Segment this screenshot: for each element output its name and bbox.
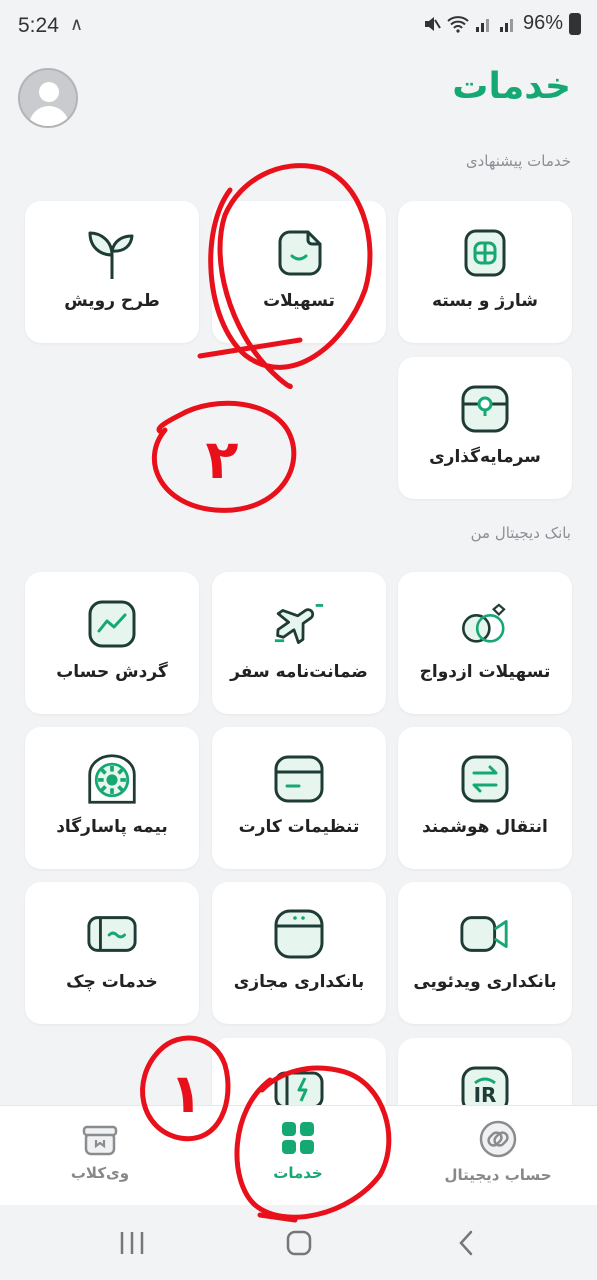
sprout-icon — [86, 227, 138, 279]
home-button[interactable] — [279, 1227, 319, 1259]
notification-up-icon: ∧ — [70, 14, 84, 35]
airplane-icon — [273, 598, 325, 650]
back-icon — [459, 1230, 473, 1256]
video-camera-icon — [459, 908, 511, 960]
avatar[interactable] — [18, 68, 78, 128]
section-title-suggested: خدمات پیشنهادی — [465, 152, 571, 170]
card-statement[interactable]: گردش حساب — [25, 572, 199, 714]
card-charge[interactable]: شارژ و بسته — [398, 201, 572, 343]
nav-label-account: حساب دیجیتال — [444, 1166, 552, 1184]
sim-card-icon — [459, 227, 511, 279]
grid-icon — [282, 1122, 314, 1154]
card-travel[interactable]: ضمانت‌نامه سفر — [212, 572, 386, 714]
status-right: 96% — [423, 12, 581, 35]
card-label: بانکداری مجازی — [233, 972, 365, 992]
card-label: گردش حساب — [56, 662, 168, 682]
card-marriage[interactable]: تسهیلات ازدواج — [398, 572, 572, 714]
rings-icon — [459, 598, 511, 650]
system-nav-bar — [0, 1205, 597, 1280]
wifi-icon — [447, 15, 469, 33]
pasargad-logo-icon — [86, 753, 138, 805]
annotation-two: ۲ — [206, 428, 239, 491]
mute-icon — [424, 16, 441, 31]
svg-text:IR: IR — [474, 1083, 497, 1107]
avatar-body — [29, 106, 69, 126]
card-label: شارژ و بسته — [431, 291, 538, 311]
nav-item-services[interactable]: خدمات — [218, 1120, 378, 1182]
card-virtual-banking[interactable]: بانکداری مجازی — [212, 882, 386, 1024]
card-label: بانکداری ویدئویی — [413, 972, 557, 992]
safe-icon — [459, 383, 511, 435]
signal-icon-2 — [499, 18, 513, 32]
back-button[interactable] — [446, 1227, 486, 1259]
card-label: انتقال هوشمند — [422, 817, 548, 837]
nav-item-club[interactable]: وی‌کلاب — [20, 1120, 180, 1182]
card-cheque[interactable]: خدمات چک — [25, 882, 199, 1024]
card-label: تسهیلات ازدواج — [419, 662, 551, 682]
battery-percent: 96% — [522, 12, 563, 34]
card-facilities[interactable]: تسهیلات — [212, 201, 386, 343]
recent-apps-icon — [120, 1232, 144, 1254]
screen: 5:24 ∧ 96% خدمات خدمات پیشنهادی شارژ و ب… — [0, 0, 597, 1280]
status-time: 5:24 — [18, 14, 59, 37]
battery-icon — [569, 12, 581, 35]
card-label: بیمه پاسارگاد — [56, 817, 168, 837]
card-growth[interactable]: طرح رویش — [25, 201, 199, 343]
card-investment[interactable]: سرمایه‌گذاری — [398, 357, 572, 499]
card-transfer[interactable]: انتقال هوشمند — [398, 727, 572, 869]
gift-icon — [82, 1125, 118, 1156]
card-label: ضمانت‌نامه سفر — [230, 662, 368, 682]
nav-label-services: خدمات — [273, 1164, 323, 1182]
card-card-settings[interactable]: تنظیمات کارت — [212, 727, 386, 869]
card-icon — [273, 753, 325, 805]
arrows-exchange-icon — [459, 753, 511, 805]
nav-label-club: وی‌کلاب — [70, 1164, 130, 1182]
card-label: سرمایه‌گذاری — [429, 447, 541, 467]
page-title: خدمات — [452, 66, 571, 107]
smile-doc-icon — [273, 227, 325, 279]
chart-icon — [86, 598, 138, 650]
avatar-head — [39, 82, 59, 102]
status-bar: 5:24 ∧ 96% — [0, 0, 597, 56]
card-label: طرح رویش — [64, 291, 160, 311]
device-icon — [273, 908, 325, 960]
recent-apps-button[interactable] — [112, 1227, 152, 1259]
link-circle-icon — [479, 1120, 517, 1158]
cheque-icon — [86, 908, 138, 960]
card-label: تسهیلات — [263, 291, 335, 311]
home-icon — [286, 1230, 312, 1256]
card-video-banking[interactable]: بانکداری ویدئویی — [398, 882, 572, 1024]
signal-icon — [475, 18, 489, 32]
card-insurance[interactable]: بیمه پاسارگاد — [25, 727, 199, 869]
nav-item-account[interactable]: حساب دیجیتال — [418, 1120, 578, 1184]
annotation-circle-two — [152, 400, 297, 513]
section-title-digital: بانک دیجیتال من — [470, 524, 571, 542]
card-label: خدمات چک — [66, 972, 158, 992]
card-label: تنظیمات کارت — [238, 817, 360, 837]
bottom-nav: حساب دیجیتال خدمات وی‌کلاب — [0, 1105, 597, 1205]
